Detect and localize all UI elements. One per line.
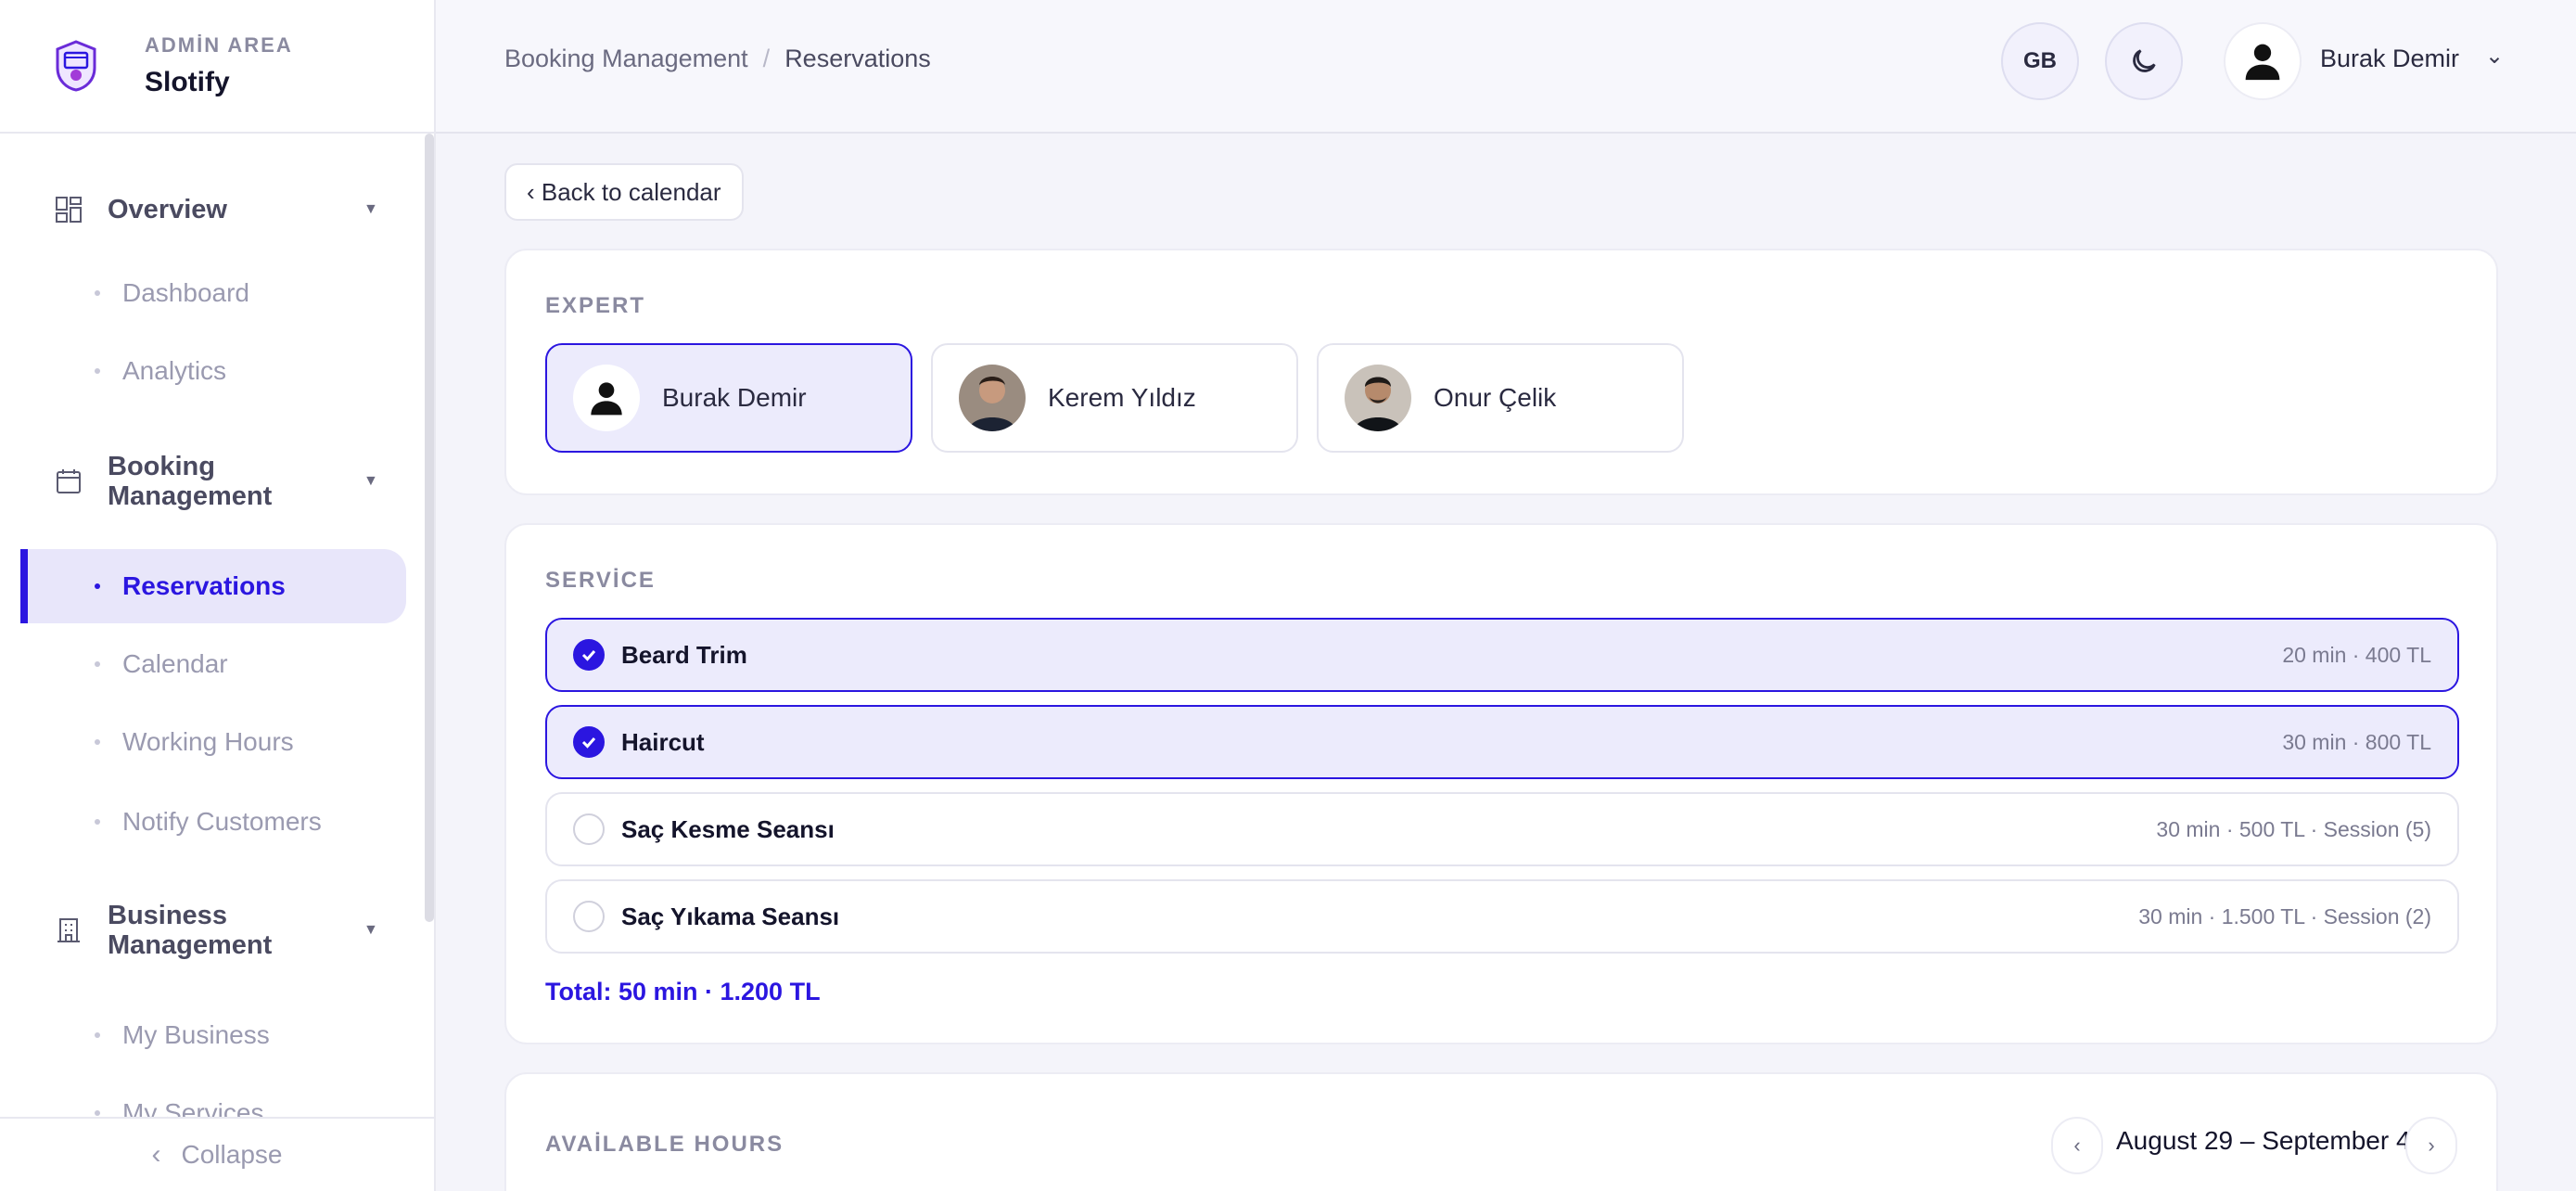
back-to-calendar-button[interactable]: ‹ Back to calendar xyxy=(504,163,744,221)
chevron-down-icon[interactable]: ⌄ xyxy=(2485,43,2504,70)
expert-option[interactable]: Onur Çelik xyxy=(1317,343,1684,453)
service-name: Beard Trim xyxy=(621,640,747,669)
sidebar-item-working-hours[interactable]: Working Hours xyxy=(0,705,406,779)
calendar-icon xyxy=(57,469,81,493)
expert-option[interactable]: Burak Demir xyxy=(545,343,912,453)
dashboard-icon xyxy=(56,197,82,223)
date-range: August 29 – September 4 xyxy=(2116,1126,2411,1155)
checkbox[interactable] xyxy=(573,639,605,671)
sidebar-item-label: Working Hours xyxy=(122,727,294,756)
chevron-left-icon: ‹ xyxy=(151,1139,161,1170)
expert-name: Burak Demir xyxy=(662,383,807,412)
check-icon xyxy=(581,737,596,749)
service-meta: 30 min · 1.500 TL · Session (2) xyxy=(2138,903,2431,928)
service-meta: 20 min · 400 TL xyxy=(2282,642,2431,667)
available-hours-title: AVAİLABLE HOURS xyxy=(545,1132,784,1157)
bullet-icon xyxy=(95,583,100,589)
sidebar-group-overview[interactable]: Overview ▼ xyxy=(0,176,425,243)
avatar xyxy=(959,365,1026,431)
sidebar-item-label: My Services xyxy=(122,1098,264,1117)
service-name: Saç Kesme Seansı xyxy=(621,814,835,843)
user-avatar[interactable] xyxy=(2224,22,2302,100)
service-option[interactable]: Saç Kesme Seansı 30 min · 500 TL · Sessi… xyxy=(545,792,2459,866)
sidebar-item-notify-customers[interactable]: Notify Customers xyxy=(0,785,406,859)
sidebar-item-label: My Business xyxy=(122,1020,270,1049)
service-name: Haircut xyxy=(621,727,705,756)
collapse-button[interactable]: ‹ Collapse xyxy=(0,1117,434,1191)
caret-down-icon: ▼ xyxy=(363,922,378,938)
sidebar-scrollbar[interactable] xyxy=(425,134,434,922)
expert-title: EXPERT xyxy=(545,293,646,318)
sidebar-item-my-services[interactable]: My Services xyxy=(0,1076,406,1117)
avatar xyxy=(573,365,640,431)
sidebar-item-dashboard[interactable]: Dashboard xyxy=(0,256,406,330)
service-card: SERVİCE Beard Trim 20 min · 400 TL Hairc… xyxy=(504,523,2498,1044)
bullet-icon xyxy=(95,819,100,825)
service-title: SERVİCE xyxy=(545,568,656,593)
expert-name: Kerem Yıldız xyxy=(1048,383,1196,412)
available-hours-card: AVAİLABLE HOURS ‹ August 29 – September … xyxy=(504,1072,2498,1191)
brand-subtitle: ADMİN AREA xyxy=(145,33,293,57)
service-meta: 30 min · 500 TL · Session (5) xyxy=(2156,816,2431,841)
prev-week-button[interactable]: ‹ xyxy=(2051,1117,2103,1174)
collapse-label: Collapse xyxy=(181,1140,283,1169)
service-option[interactable]: Haircut 30 min · 800 TL xyxy=(545,705,2459,779)
sidebar-item-label: Reservations xyxy=(122,571,286,600)
check-icon xyxy=(581,650,596,661)
checkbox[interactable] xyxy=(573,726,605,758)
moon-icon xyxy=(2133,49,2156,72)
person-photo-icon xyxy=(1345,365,1411,431)
breadcrumb-item[interactable]: Booking Management xyxy=(504,45,748,73)
breadcrumb-current: Reservations xyxy=(784,45,931,72)
user-icon xyxy=(2245,44,2280,81)
user-name[interactable]: Burak Demir xyxy=(2320,45,2459,73)
sidebar-item-label: Notify Customers xyxy=(122,807,322,836)
sidebar-group-label: Booking Management xyxy=(108,452,273,511)
caret-down-icon: ▼ xyxy=(363,201,378,217)
sidebar-item-label: Dashboard xyxy=(122,278,249,307)
brand[interactable]: ADMİN AREA Slotify xyxy=(0,0,434,134)
person-photo-icon xyxy=(959,365,1026,431)
language-button[interactable]: GB xyxy=(2001,22,2079,100)
next-week-button[interactable]: › xyxy=(2405,1117,2457,1174)
sidebar-nav: Overview ▼ Dashboard Analytics Booking M… xyxy=(0,134,425,1117)
sidebar-group-business[interactable]: Business Management ▼ xyxy=(0,890,425,970)
checkbox[interactable] xyxy=(573,813,605,845)
brand-name: Slotify xyxy=(145,67,230,97)
checkbox[interactable] xyxy=(573,901,605,932)
sidebar-item-my-business[interactable]: My Business xyxy=(0,998,406,1072)
bullet-icon xyxy=(95,1032,100,1038)
expert-name: Onur Çelik xyxy=(1434,383,1557,412)
caret-down-icon: ▼ xyxy=(363,473,378,489)
expert-card: EXPERT Burak Demir Kerem Yıldız Onur Çel… xyxy=(504,249,2498,495)
avatar xyxy=(1345,365,1411,431)
expert-option[interactable]: Kerem Yıldız xyxy=(931,343,1298,453)
service-name: Saç Yıkama Seansı xyxy=(621,902,840,930)
top-header: Booking Management / Reservations GB Bur… xyxy=(436,0,2576,134)
bullet-icon xyxy=(95,661,100,667)
sidebar-group-booking[interactable]: Booking Management ▼ xyxy=(0,442,425,521)
bullet-icon xyxy=(95,290,100,296)
theme-toggle-button[interactable] xyxy=(2105,22,2183,100)
sidebar-item-calendar[interactable]: Calendar xyxy=(0,627,406,701)
slotify-logo-icon xyxy=(56,40,96,92)
sidebar-item-label: Calendar xyxy=(122,649,228,678)
service-option[interactable]: Saç Yıkama Seansı 30 min · 1.500 TL · Se… xyxy=(545,879,2459,954)
service-option[interactable]: Beard Trim 20 min · 400 TL xyxy=(545,618,2459,692)
sidebar-item-label: Analytics xyxy=(122,356,227,385)
breadcrumb: Booking Management / Reservations xyxy=(504,45,931,73)
service-meta: 30 min · 800 TL xyxy=(2282,729,2431,754)
breadcrumb-separator: / xyxy=(762,45,771,72)
bullet-icon xyxy=(95,1110,100,1116)
sidebar-group-label: Business Management xyxy=(108,901,273,960)
bullet-icon xyxy=(95,739,100,745)
sidebar-group-label: Overview xyxy=(108,195,227,224)
sidebar: ADMİN AREA Slotify Overview ▼ Dashboard … xyxy=(0,0,436,1191)
building-icon xyxy=(57,918,80,942)
sidebar-item-reservations[interactable]: Reservations xyxy=(20,549,406,623)
user-icon xyxy=(591,382,622,416)
bullet-icon xyxy=(95,368,100,374)
sidebar-item-analytics[interactable]: Analytics xyxy=(0,334,406,408)
service-total: Total: 50 min · 1.200 TL xyxy=(545,978,821,1005)
